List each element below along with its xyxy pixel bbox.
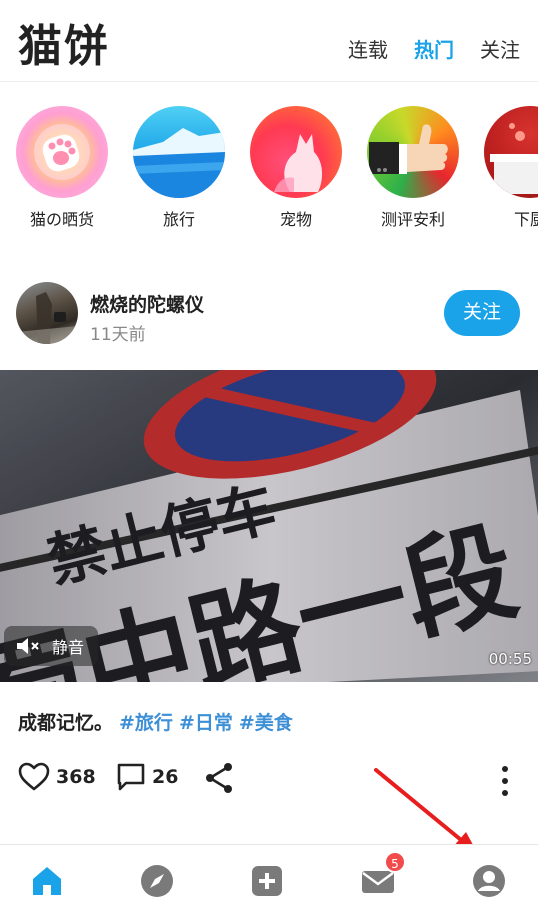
tab-hot[interactable]: 热门: [414, 34, 454, 63]
category-label: 测评安利: [380, 210, 445, 229]
category-item-travel[interactable]: 旅行: [133, 106, 225, 230]
category-item-cat-goods[interactable]: 猫の晒货: [16, 106, 108, 230]
post-header: 燃烧的陀螺仪 11天前 关注: [0, 280, 538, 350]
nav-profile[interactable]: [471, 863, 507, 899]
comment-count: 26: [152, 766, 179, 788]
hashtag-food[interactable]: #美食: [239, 708, 293, 735]
tab-serial[interactable]: 连载: [348, 34, 388, 63]
compass-icon: [141, 865, 173, 897]
nav-create[interactable]: [249, 863, 285, 899]
cooking-pot-icon: [484, 106, 538, 198]
nav-messages[interactable]: 5: [360, 851, 406, 899]
video-duration: 00:55: [488, 650, 532, 668]
mute-button[interactable]: 静音: [4, 626, 99, 666]
post-time: 11天前: [90, 325, 146, 345]
caption-text: 成都记忆。: [18, 712, 114, 734]
app-title: 猫饼: [18, 21, 110, 72]
speaker-muted-icon: [17, 638, 39, 654]
category-strip: 猫の晒货 旅行 宠物 测评安利 下厨: [0, 106, 538, 230]
category-item-reviews[interactable]: 测评安利: [367, 106, 459, 230]
nav-discover[interactable]: [139, 863, 175, 899]
more-options-icon[interactable]: [500, 764, 510, 798]
post-caption: 成都记忆。 #旅行 #日常 #美食: [18, 708, 293, 735]
mountain-sea-icon: [133, 106, 225, 198]
category-label: 旅行: [162, 210, 195, 229]
home-icon: [33, 867, 61, 895]
plus-icon: [252, 866, 282, 896]
author-name[interactable]: 燃烧的陀螺仪: [90, 290, 204, 317]
share-button[interactable]: [204, 762, 234, 794]
like-button[interactable]: 368: [18, 762, 96, 792]
top-header: 猫饼 连载 热门 关注: [0, 0, 538, 82]
tab-following[interactable]: 关注: [480, 34, 520, 63]
cat-paw-icon: [16, 106, 108, 198]
follow-button[interactable]: 关注: [444, 290, 520, 336]
category-label: 猫の晒货: [29, 210, 94, 229]
share-icon: [206, 763, 232, 793]
bottom-navigation: 5: [0, 844, 538, 908]
category-label: 下厨: [513, 210, 538, 229]
hashtag-travel[interactable]: #旅行: [119, 708, 173, 735]
comment-icon: [117, 763, 145, 791]
category-item-pets[interactable]: 宠物: [250, 106, 342, 230]
mute-label: 静音: [52, 638, 85, 657]
heart-icon: [18, 762, 50, 791]
nav-home[interactable]: [29, 863, 65, 899]
cat-silhouette-icon: [250, 106, 342, 198]
hashtag-daily[interactable]: #日常: [179, 708, 233, 735]
category-item-cooking[interactable]: 下厨: [484, 106, 538, 230]
profile-icon: [473, 865, 505, 897]
feed-tabs: 连载 热门 关注: [348, 34, 520, 63]
thumbs-up-icon: [367, 106, 459, 198]
message-badge: 5: [384, 851, 406, 873]
comment-button[interactable]: 26: [116, 762, 178, 792]
video-player[interactable]: 禁止停车 蜀中路一段 静音 00:55: [0, 370, 538, 682]
avatar[interactable]: [16, 282, 78, 344]
like-count: 368: [56, 766, 96, 788]
category-label: 宠物: [279, 210, 312, 229]
